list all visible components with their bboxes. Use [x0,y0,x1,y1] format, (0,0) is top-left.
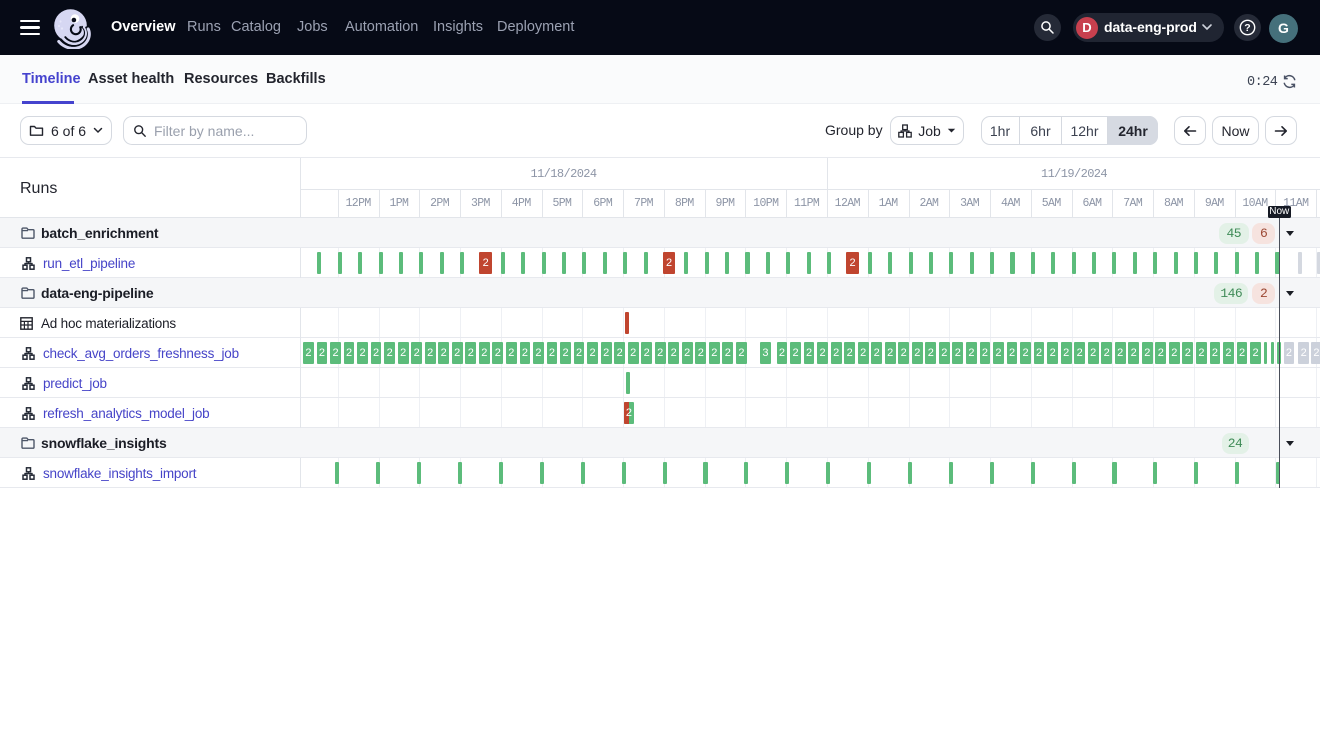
svg-text:?: ? [1244,22,1250,34]
